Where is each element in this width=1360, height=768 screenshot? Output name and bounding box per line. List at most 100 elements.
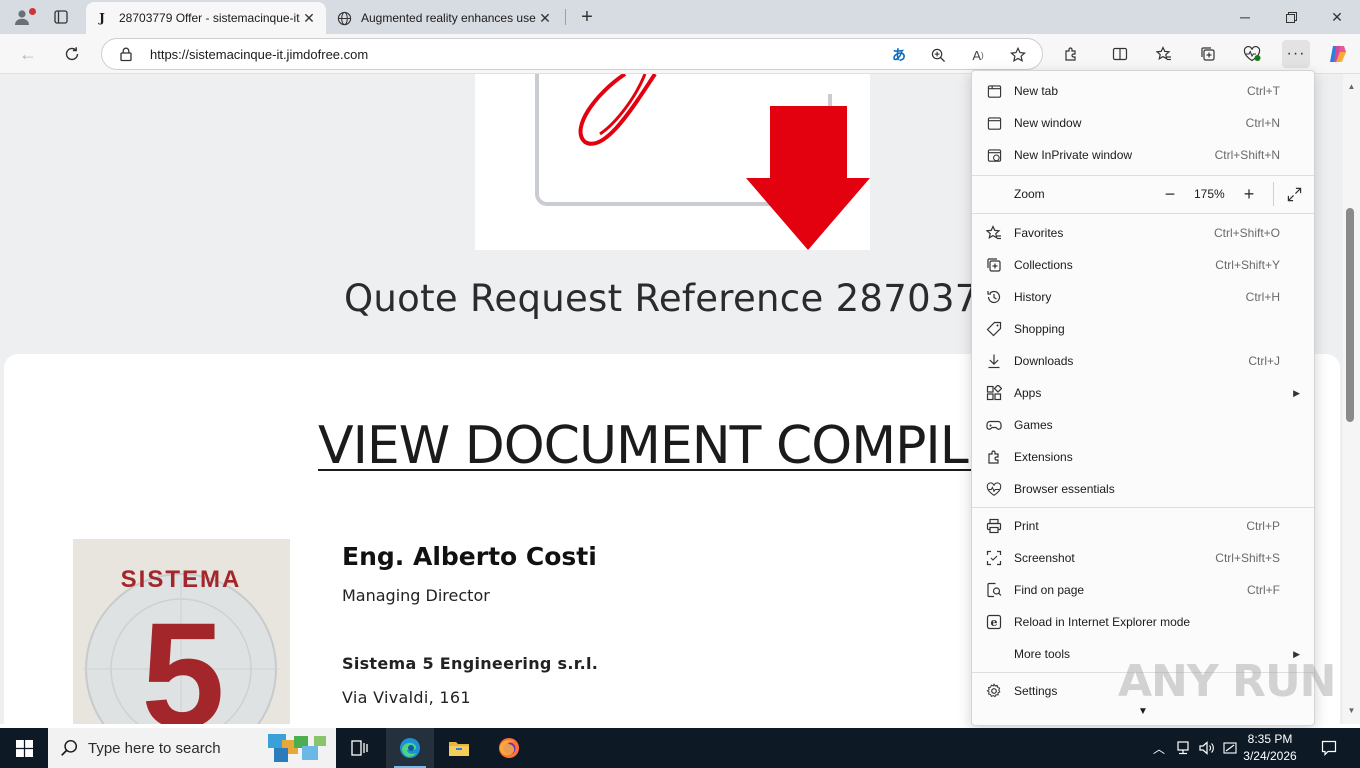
start-button[interactable]: [0, 728, 48, 768]
notifications-button[interactable]: [1312, 728, 1346, 768]
menu-item-find-on-page[interactable]: Find on page Ctrl+F: [972, 574, 1314, 606]
ie-icon: e: [986, 614, 1002, 630]
menu-item-favorites[interactable]: Favorites Ctrl+Shift+O: [972, 217, 1314, 249]
menu-item-downloads[interactable]: Downloads Ctrl+J: [972, 345, 1314, 377]
inprivate-icon: [986, 147, 1002, 163]
menu-item-zoom: Zoom − 175% +: [972, 178, 1314, 210]
plus-icon: +: [1243, 183, 1255, 204]
settings-and-more-button[interactable]: ···: [1282, 40, 1310, 68]
menu-item-shortcut: Ctrl+N: [1245, 116, 1280, 130]
menu-item-label: Collections: [1014, 258, 1073, 272]
favorites-icon: [1156, 46, 1171, 61]
star-icon: [986, 225, 1002, 241]
windows-logo-icon: [15, 739, 33, 757]
menu-item-shopping[interactable]: Shopping: [972, 313, 1314, 345]
menu-item-extensions[interactable]: Extensions: [972, 441, 1314, 473]
collections-button[interactable]: [1194, 40, 1222, 68]
menu-item-print[interactable]: Print Ctrl+P: [972, 510, 1314, 542]
menu-item-label: Browser essentials: [1014, 482, 1115, 496]
title-bar: J 28703779 Offer - sistemacinque-it.jimd…: [0, 0, 1360, 34]
refresh-button[interactable]: [57, 39, 87, 69]
minimize-icon: ─: [1240, 9, 1250, 25]
taskbar-clock[interactable]: 8:35 PM 3/24/2026: [1240, 731, 1300, 765]
fullscreen-button[interactable]: [1282, 182, 1306, 206]
task-view-button[interactable]: [336, 728, 384, 768]
network-icon: [1177, 741, 1189, 755]
zoom-icon[interactable]: [927, 44, 949, 66]
menu-item-collections[interactable]: Collections Ctrl+Shift+Y: [972, 249, 1314, 281]
collections-icon: [1201, 47, 1215, 61]
zoom-divider: [1273, 182, 1274, 206]
puzzle-icon: [986, 449, 1002, 465]
favorite-star-icon[interactable]: [1007, 44, 1029, 66]
notification-icon: [1321, 740, 1337, 756]
tab-inactive[interactable]: Augmented reality enhances user experien…: [328, 2, 562, 34]
menu-divider: [972, 213, 1314, 214]
pdf-download-icon: [475, 74, 870, 250]
address-bar[interactable]: https://sistemacinque-it.jimdofree.com あ…: [101, 38, 1043, 70]
volume-tray[interactable]: [1196, 728, 1218, 768]
pdf-download-image[interactable]: [475, 74, 870, 250]
taskbar-edge[interactable]: [386, 728, 434, 768]
tab-close-icon[interactable]: ✕: [536, 9, 554, 27]
edge-icon: [400, 738, 420, 758]
refresh-icon: [65, 47, 79, 61]
menu-item-shortcut: Ctrl+Shift+N: [1214, 148, 1280, 162]
menu-item-browser-essentials[interactable]: Browser essentials: [972, 473, 1314, 505]
menu-item-apps[interactable]: Apps ▶: [972, 377, 1314, 409]
heart-pulse-icon: [1243, 46, 1261, 62]
restore-icon: [1285, 11, 1297, 23]
new-tab-button[interactable]: +: [574, 5, 600, 29]
scroll-down-icon[interactable]: ▼: [1347, 706, 1356, 715]
more-icon: ···: [1286, 45, 1306, 62]
zoom-out-button[interactable]: −: [1155, 178, 1185, 210]
back-button[interactable]: ←: [13, 39, 43, 69]
menu-item-new-inprivate-window[interactable]: New InPrivate window Ctrl+Shift+N: [972, 139, 1314, 171]
logo-number: 5: [141, 591, 224, 724]
keyboard-icon: [1223, 742, 1237, 754]
copilot-button[interactable]: [1324, 40, 1352, 68]
view-document-link[interactable]: VIEW DOCUMENT COMPILED: [318, 416, 1040, 476]
menu-divider: [972, 507, 1314, 508]
menu-item-label: Favorites: [1014, 226, 1064, 240]
extensions-button[interactable]: [1057, 40, 1085, 68]
scroll-up-icon[interactable]: ▲: [1347, 82, 1356, 91]
split-screen-button[interactable]: [1106, 40, 1134, 68]
taskbar-search-box[interactable]: Type here to search: [48, 728, 336, 768]
taskbar-file-explorer[interactable]: [435, 728, 483, 768]
menu-item-new-tab[interactable]: New tab Ctrl+T: [972, 75, 1314, 107]
minus-icon: −: [1164, 183, 1176, 204]
minimize-button[interactable]: ─: [1222, 0, 1268, 34]
menu-item-reload-ie-mode[interactable]: e Reload in Internet Explorer mode: [972, 606, 1314, 638]
taskbar-firefox[interactable]: [485, 728, 533, 768]
translate-icon[interactable]: あ: [888, 44, 910, 66]
anyrun-watermark: ANY RUN: [1118, 656, 1336, 707]
menu-item-new-window[interactable]: New window Ctrl+N: [972, 107, 1314, 139]
menu-item-label: Apps: [1014, 386, 1042, 400]
browser-essentials-button[interactable]: [1238, 40, 1266, 68]
tab-actions-icon: [54, 10, 68, 24]
scroll-thumb[interactable]: [1346, 208, 1354, 422]
tab-close-icon[interactable]: ✕: [300, 9, 318, 27]
read-aloud-icon[interactable]: A): [967, 44, 989, 66]
zoom-in-button[interactable]: +: [1234, 178, 1264, 210]
favorites-button[interactable]: [1150, 40, 1178, 68]
menu-item-label: Shopping: [1014, 322, 1065, 336]
close-window-button[interactable]: ✕: [1314, 0, 1360, 34]
show-hidden-icons-button[interactable]: ︿: [1150, 728, 1168, 768]
contact-role: Managing Director: [342, 586, 490, 605]
profile-button[interactable]: [8, 5, 36, 29]
restore-button[interactable]: [1268, 0, 1314, 34]
menu-item-screenshot[interactable]: Screenshot Ctrl+Shift+S: [972, 542, 1314, 574]
firefox-icon: [499, 738, 519, 758]
menu-item-history[interactable]: History Ctrl+H: [972, 281, 1314, 313]
network-tray[interactable]: [1172, 728, 1194, 768]
page-scrollbar[interactable]: ▲ ▼: [1343, 74, 1360, 724]
lock-icon[interactable]: [118, 46, 134, 62]
tab-actions-button[interactable]: [48, 5, 74, 29]
tab-active[interactable]: J 28703779 Offer - sistemacinque-it.jimd…: [86, 2, 326, 34]
url-text[interactable]: https://sistemacinque-it.jimdofree.com: [150, 47, 368, 62]
input-indicator-tray[interactable]: [1220, 728, 1240, 768]
menu-item-games[interactable]: Games: [972, 409, 1314, 441]
apps-icon: [986, 385, 1002, 401]
